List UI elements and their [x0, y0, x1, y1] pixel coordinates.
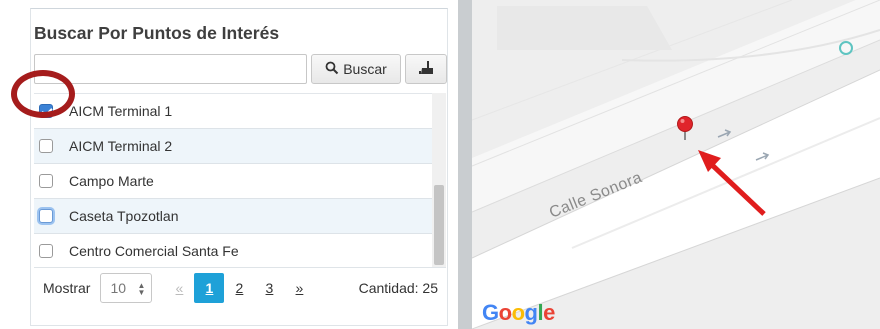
list-scrollbar[interactable] [432, 93, 446, 267]
app-root: Buscar Por Puntos de Interés Buscar AICM… [0, 0, 880, 329]
pagination: « 1 2 3 » [164, 272, 314, 303]
search-icon [325, 61, 339, 78]
search-button-label: Buscar [343, 61, 387, 77]
prev-page-link[interactable]: « [164, 273, 194, 303]
pane-divider[interactable] [458, 0, 472, 329]
poi-list: AICM Terminal 1 AICM Terminal 2 Campo Mart… [34, 93, 432, 267]
spinner-icon: ▲ ▼ [137, 280, 146, 297]
scrollbar-thumb[interactable] [434, 185, 444, 265]
page-link-3[interactable]: 3 [254, 273, 284, 303]
poi-label: Centro Comercial Santa Fe [69, 243, 239, 259]
panel-title: Buscar Por Puntos de Interés [34, 23, 280, 43]
poi-label: AICM Terminal 2 [69, 138, 173, 154]
list-item[interactable]: Caseta Tpozotlan [34, 199, 432, 234]
location-pin-icon [677, 116, 693, 140]
google-logo: Google [482, 300, 555, 325]
page-link-1[interactable]: 1 [194, 272, 225, 303]
list-item[interactable]: AICM Terminal 1 [34, 94, 432, 129]
clear-button[interactable] [405, 54, 447, 84]
poi-search-pane: Buscar Por Puntos de Interés Buscar AICM… [0, 0, 458, 329]
poi-checkbox[interactable] [39, 209, 53, 223]
list-footer: Mostrar 10 ▲ ▼ « 1 2 3 » Cantidad: 25 [34, 267, 446, 307]
list-item[interactable]: AICM Terminal 2 [34, 129, 432, 164]
search-input[interactable] [34, 54, 307, 84]
map-view[interactable]: Calle Sonora Google [472, 0, 880, 329]
page-size-value: 10 [110, 279, 127, 296]
poi-checkbox[interactable] [39, 174, 53, 188]
broom-icon [418, 60, 434, 78]
annotation-circle [11, 70, 75, 118]
poi-label: Caseta Tpozotlan [69, 208, 179, 224]
poi-label: Campo Marte [69, 173, 154, 189]
poi-checkbox[interactable] [39, 139, 53, 153]
poi-search-panel: Buscar Por Puntos de Interés Buscar AICM… [30, 8, 448, 326]
map-canvas [472, 0, 880, 329]
next-page-link[interactable]: » [284, 273, 314, 303]
search-button[interactable]: Buscar [311, 54, 401, 84]
poi-checkbox[interactable] [39, 244, 53, 258]
poi-label: AICM Terminal 1 [69, 103, 173, 119]
page-link-2[interactable]: 2 [224, 273, 254, 303]
show-label: Mostrar [43, 279, 91, 296]
list-item[interactable]: Centro Comercial Santa Fe [34, 234, 432, 267]
list-item[interactable]: Campo Marte [34, 164, 432, 199]
page-size-select[interactable]: 10 ▲ ▼ [100, 272, 153, 303]
result-count: Cantidad: 25 [358, 279, 438, 296]
